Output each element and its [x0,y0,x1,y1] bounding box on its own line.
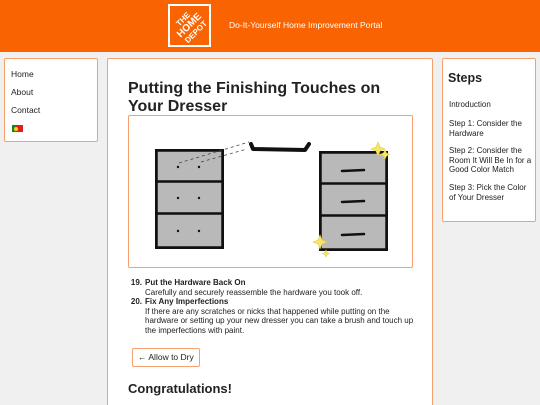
right-dresser [319,151,388,251]
congratulations-heading: Congratulations! [128,381,232,396]
step-number: 19. [130,278,142,287]
allow-to-dry-button[interactable]: ← Allow to Dry [132,348,200,367]
step-item: 19. Put the Hardware Back On Carefully a… [128,278,418,297]
main-content: Putting the Finishing Touches on Your Dr… [107,58,433,405]
logo-text: THE HOME DEPOT [170,6,209,45]
page-title: Putting the Finishing Touches on Your Dr… [128,80,381,115]
step-number: 20. [130,297,142,306]
nav-home-link[interactable]: Home [11,69,34,79]
step-description: Carefully and securely reassemble the ha… [145,287,363,297]
step-heading: Put the Hardware Back On [145,278,246,287]
step-item: 20. Fix Any Imperfections If there are a… [128,297,418,335]
portugal-flag-icon[interactable] [12,125,23,132]
step-link-3[interactable]: Step 3: Pick the Color of Your Dresser [449,183,533,202]
step-link-introduction[interactable]: Introduction [449,100,533,110]
step-body: Fix Any Imperfections If there are any s… [145,297,418,335]
drawer-handle [249,142,311,152]
left-navigation: Home About Contact [4,58,98,142]
step-body: Put the Hardware Back On Carefully and s… [145,278,418,297]
step-description: If there are any scratches or nicks that… [145,306,414,335]
dresser-illustration [128,115,413,268]
step-link-2[interactable]: Step 2: Consider the Room It Will Be In … [449,146,533,175]
portal-title: Do-It-Yourself Home Improvement Portal [229,20,383,30]
nav-contact-link[interactable]: Contact [11,105,40,115]
steps-sidebar: Steps Introduction Step 1: Consider the … [442,58,536,222]
site-header: THE HOME DEPOT Do-It-Yourself Home Impro… [0,0,540,52]
step-list: 19. Put the Hardware Back On Carefully a… [128,278,418,335]
dresser-illustration-svg [155,141,391,258]
left-dresser [155,149,224,249]
steps-title: Steps [448,71,483,85]
nav-about-link[interactable]: About [11,87,33,97]
step-link-1[interactable]: Step 1: Consider the Hardware [449,119,533,138]
home-depot-logo[interactable]: THE HOME DEPOT [168,4,211,47]
step-heading: Fix Any Imperfections [145,297,229,306]
